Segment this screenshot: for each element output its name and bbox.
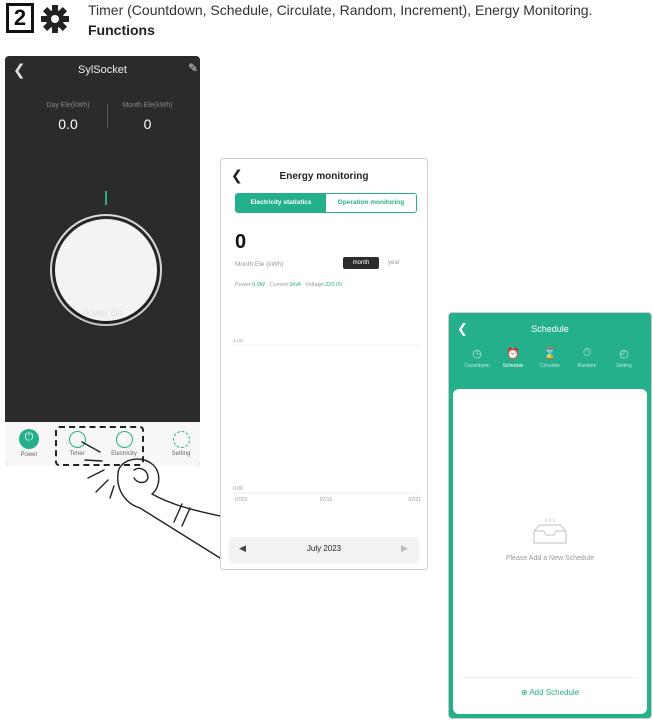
step-number-badge: 2 xyxy=(6,3,34,33)
y-tick-label: 1.00 xyxy=(233,339,243,344)
gauge-icon: ◴ xyxy=(619,348,629,360)
energy-title: Energy monitoring xyxy=(279,171,369,182)
pencil-icon[interactable]: ✎ xyxy=(188,61,198,75)
date-label: July 2023 xyxy=(306,544,342,553)
month-button[interactable]: month xyxy=(343,257,379,269)
x-tick-label: 07/31 xyxy=(408,497,421,503)
nav-label: Countdown xyxy=(464,363,490,369)
nav-label: Schedule xyxy=(502,363,524,369)
nav-label: Random xyxy=(577,363,597,369)
tab-electricity-statistics[interactable]: Electricity statistics xyxy=(236,194,326,212)
energy-total-value: 0 xyxy=(235,231,247,253)
day-energy-label: Day Ele(kWh) xyxy=(46,102,90,109)
x-tick-label: 07/01 xyxy=(235,497,248,503)
empty-inbox-icon xyxy=(533,518,567,544)
voltage-label: Voltage: xyxy=(305,282,326,288)
power-value: 0.0W xyxy=(252,282,265,288)
add-schedule-button[interactable]: ⊕ Add Schedule xyxy=(453,688,647,697)
pointing-hand-illustration xyxy=(81,441,230,559)
hourglass-icon: ⌛ xyxy=(543,348,557,360)
power-knob[interactable] xyxy=(55,219,157,321)
current-label: Current: xyxy=(269,282,290,288)
nav-setting[interactable]: ◴ Setting xyxy=(604,347,644,369)
nav-label: Setting xyxy=(616,363,632,369)
y-tick-label: 0.00 xyxy=(233,486,243,492)
device-title: SylSocket xyxy=(78,64,127,76)
stopwatch-icon: ⏱ xyxy=(582,347,592,359)
nav-circulate[interactable]: ⌛ Circulate xyxy=(530,347,570,369)
power-label: Power: xyxy=(235,282,253,288)
power-status: Power On xyxy=(82,308,123,318)
voltage-value: 220.0V xyxy=(325,282,343,288)
power-indicator-tick xyxy=(105,191,107,205)
tab-label: Power xyxy=(20,452,38,458)
device-screen: ❮ SylSocket ✎ Day Ele(kWh) Month Ele(kWh… xyxy=(5,56,200,466)
nav-label: Circulate xyxy=(540,363,560,369)
month-energy-label: Month Ele(kWh) xyxy=(122,102,173,109)
live-metrics: Power:0.0W Current:0mA Voltage:220.0V xyxy=(235,282,343,288)
month-ele-label: Month Ele (kWh) xyxy=(235,261,284,268)
current-value: 0mA xyxy=(289,282,301,288)
schedule-card: Please Add a New Schedule ⊕ Add Schedule xyxy=(453,389,647,714)
empty-state-text: Please Add a New Schedule xyxy=(505,555,595,562)
stat-divider xyxy=(107,104,108,128)
day-energy-value: 0.0 xyxy=(58,116,78,132)
divider xyxy=(463,677,637,678)
add-schedule-label: Add Schedule xyxy=(529,688,580,697)
energy-monitoring-screen: ❮ Energy monitoring Electricity statisti… xyxy=(220,158,428,570)
alarm-icon: ⏰ xyxy=(506,348,520,360)
month-energy-value: 0 xyxy=(143,116,152,132)
tab-power[interactable]: ⏻ Power xyxy=(5,429,53,458)
schedule-screen: ❮ Schedule ◷ Countdown ⏰ Schedule ⌛ Circula… xyxy=(448,312,652,719)
gear-icon xyxy=(41,5,69,33)
power-icon: ⏻ xyxy=(19,429,39,449)
header-description: Timer (Countdown, Schedule, Circulate, R… xyxy=(88,2,593,18)
x-tick-label: 07/16 xyxy=(320,497,333,503)
nav-schedule[interactable]: ⏰ Schedule xyxy=(493,347,533,369)
nav-random[interactable]: ⏱ Random xyxy=(567,347,607,369)
date-navigator: ◀ July 2023 ▶ xyxy=(229,537,419,563)
header-functions-label: Functions xyxy=(88,22,155,38)
clock-icon: ◷ xyxy=(472,348,482,360)
schedule-title: Schedule xyxy=(531,324,569,334)
next-month-button[interactable]: ▶ xyxy=(401,543,408,554)
energy-chart: 0.00 1.00 07/01 07/16 07/31 xyxy=(233,339,421,503)
energy-tabs: Electricity statistics Operation monitor… xyxy=(235,193,417,213)
year-button[interactable]: year xyxy=(388,257,400,269)
tab-operation-monitoring[interactable]: Operation monitoring xyxy=(326,194,416,212)
plus-circle-icon: ⊕ xyxy=(520,688,528,697)
nav-countdown[interactable]: ◷ Countdown xyxy=(457,347,497,369)
